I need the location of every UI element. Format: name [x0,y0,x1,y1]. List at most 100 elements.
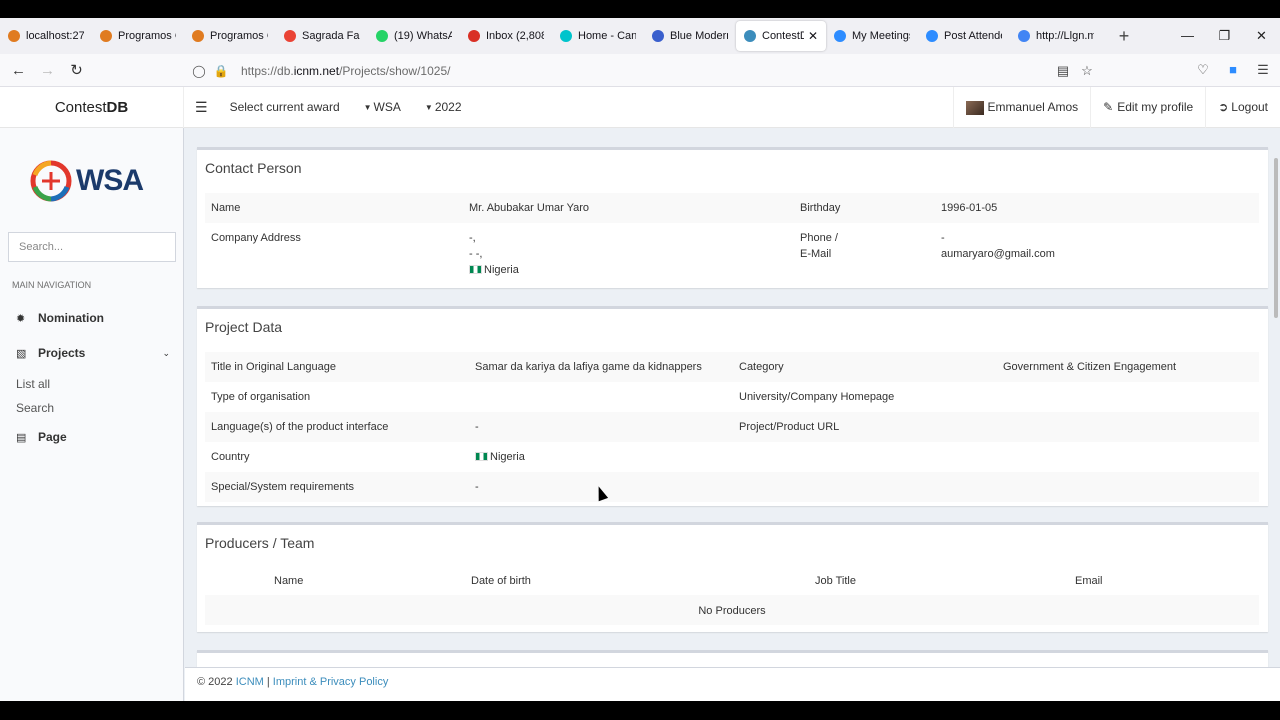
browser-tab[interactable]: Post Attende [918,18,1010,54]
no-producers-text: No Producers [698,605,766,617]
year-dropdown[interactable]: ▼ 2022 [413,87,474,128]
new-tab-button[interactable]: + [1112,26,1136,47]
shield-icon[interactable]: ◯ [191,64,207,78]
caret-down-icon: ▼ [424,102,433,112]
wsa-dropdown[interactable]: ▼ WSA [352,87,413,128]
bookmark-star-icon[interactable]: ☆ [1075,63,1099,79]
pocket-icon[interactable]: ♡ [1194,62,1212,78]
address-country: Nigeria [484,264,519,276]
edit-profile-link[interactable]: ✎ Edit my profile [1090,87,1205,128]
forward-icon[interactable]: → [33,62,62,79]
browser-tab[interactable]: http://Llgn.m [1010,18,1102,54]
tab-label: localhost:279 [26,30,84,42]
wsa-label: WSA [373,99,401,114]
tab-label: Programos C [118,30,176,42]
browser-tools: ♡ ■ ☰ [1194,62,1272,78]
zoom-extension-icon[interactable]: ■ [1224,62,1242,78]
phone-label: Phone / [800,232,838,244]
sidebar-search-input[interactable] [8,232,176,262]
project-value2: Government & Citizen Engagement [1003,361,1177,373]
tab-favicon-icon [744,30,756,42]
year-label: 2022 [434,99,462,114]
footer-icnm-link[interactable]: ICNM [236,676,264,688]
producers-title: Producers / Team [205,535,315,551]
sidebar-toggle-icon[interactable]: ☰ [184,87,218,128]
browser-tab[interactable]: localhost:279 [0,18,92,54]
tab-label: Post Attende [944,30,1002,42]
edit-profile-label: Edit my profile [1117,100,1194,114]
contact-person-box: Contact Person Name Mr. Abubakar Umar Ya… [197,147,1268,288]
file-icon: ▤ [16,431,27,444]
name-value: Mr. Abubakar Umar Yaro [469,202,590,214]
project-data-row: Title in Original Language Samar da kariy… [205,352,1259,382]
browser-tab[interactable]: ContestDB ✕ [736,21,826,51]
producers-box: Producers / Team Name Date of birth Job … [197,522,1268,632]
email-value: aumaryaro@gmail.com [941,248,1055,260]
projects-label: Projects [38,346,86,360]
user-profile-link[interactable]: Emmanuel Amos [953,87,1090,128]
tab-favicon-icon [926,30,938,42]
producers-header-row: Name Date of birth Job Title Email [205,565,1259,595]
url-prefix: https://db. [241,64,294,78]
browser-tab-bar: localhost:279 Programos C Programos C Sagra… [0,18,1280,54]
sidebar-subitem-search[interactable]: Search [16,401,54,415]
project-label2: Category [739,361,784,373]
screen-bottom-bar [0,701,1280,720]
url-bar[interactable]: ◯ 🔒 https://db.icnm.net/Projects/show/10… [183,58,1099,84]
project-data-row: Special/System requirements - [205,472,1259,502]
edit-icon: ✎ [1103,100,1114,114]
browser-tab[interactable]: Programos C [92,18,184,54]
contact-row-name: Name Mr. Abubakar Umar Yaro Birthday 199… [205,193,1259,223]
close-window-icon[interactable]: ✕ [1243,18,1280,54]
brand-bold: DB [106,98,129,116]
page-label: Page [38,430,67,444]
tab-favicon-icon [192,30,204,42]
url-text[interactable]: https://db.icnm.net/Projects/show/1025/ [241,64,450,78]
restore-icon[interactable]: ❐ [1206,18,1243,54]
app-brand[interactable]: ContestDB [0,87,184,128]
caret-down-icon: ▼ [363,102,372,112]
nomination-label: Nomination [38,311,104,325]
tab-label: Home - Canv [578,30,636,42]
browser-tab[interactable]: Blue Modern [644,18,736,54]
page-footer: © 2022 ICNM | Imprint & Privacy Policy [185,667,1280,701]
logout-link[interactable]: ➲ Logout [1205,87,1280,128]
nigeria-flag-icon [469,265,482,274]
sidebar-item-projects[interactable]: ▧ Projects ⌄ [16,346,176,360]
tab-label: Sagrada Fami [302,30,360,42]
app-top-nav: ContestDB ☰ Select current award ▼ WSA ▼ 2… [0,87,1280,128]
minimize-icon[interactable]: — [1169,18,1206,54]
url-actions: ▤ ☆ [1051,58,1099,84]
browser-tab[interactable]: Inbox (2,808) [460,18,552,54]
tab-favicon-icon [1018,30,1030,42]
footer-imprint-link[interactable]: Imprint & Privacy Policy [273,676,389,688]
select-award-menu[interactable]: Select current award [218,87,352,128]
sidebar-item-page[interactable]: ▤ Page [16,430,176,444]
browser-tab[interactable]: (19) WhatsAp [368,18,460,54]
browser-nav-bar: ← → ↻ ◯ 🔒 https://db.icnm.net/Projects/s… [0,54,1280,87]
logo-text: WSA [76,164,144,197]
browser-tab[interactable]: Programos C [184,18,276,54]
page-scrollbar[interactable] [1274,158,1278,318]
tab-close-icon[interactable]: ✕ [808,29,818,43]
footer-copyright: © 2022 [197,676,233,688]
reader-view-icon[interactable]: ▤ [1051,63,1075,79]
phone-email-value: - aumaryaro@gmail.com [941,230,1055,262]
browser-tab[interactable]: Home - Canv [552,18,644,54]
menu-icon[interactable]: ☰ [1254,62,1272,78]
lock-icon[interactable]: 🔒 [213,64,229,78]
project-value: Samar da kariya da lafiya game da kidnap… [475,361,702,373]
project-label2: University/Company Homepage [739,391,895,403]
project-label: Country [211,451,250,463]
name-label: Name [211,202,241,214]
browser-tab[interactable]: My Meetings [826,18,918,54]
sidebar-subitem-list-all[interactable]: List all [16,377,50,391]
reload-icon[interactable]: ↻ [62,61,91,79]
project-value: - [475,481,479,493]
browser-tab[interactable]: Sagrada Fami [276,18,368,54]
window-controls: — ❐ ✕ [1169,18,1280,54]
tab-label: Inbox (2,808) [486,30,544,42]
address-line-1: -, [469,232,476,244]
back-icon[interactable]: ← [4,62,33,79]
sidebar-item-nomination[interactable]: ✹ Nomination [16,311,176,325]
